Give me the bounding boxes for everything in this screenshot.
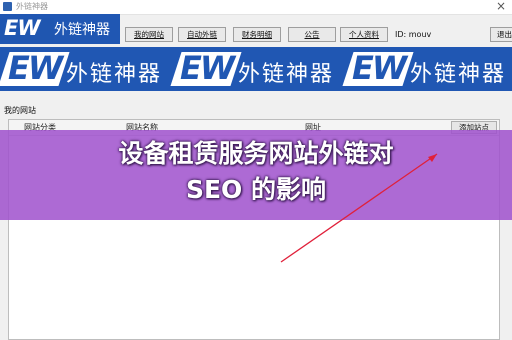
logo-ew-mark: EW (4, 18, 41, 40)
tab-my-sites[interactable]: 我的网站 (125, 27, 173, 42)
banner-ew-mark: EW (8, 49, 63, 87)
tab-label: 个人资料 (349, 30, 379, 39)
logo-badge: EW (0, 18, 54, 40)
banner-segment: EW 外链神器 (170, 47, 344, 91)
headline: 设备租赁服务网站外链对 SEO 的影响 (0, 136, 512, 208)
tab-label: 公告 (304, 30, 320, 39)
user-id-label: ID: mouv (395, 30, 432, 39)
close-window-button[interactable]: × (496, 0, 506, 13)
app-logo: EW 外链神器 (0, 14, 120, 44)
tab-label: 我的网站 (134, 30, 164, 39)
tab-auto-links[interactable]: 自动外链 (178, 27, 226, 42)
exit-button[interactable]: 退出 (490, 27, 512, 42)
section-title: 我的网站 (4, 106, 36, 115)
tab-label: 财务明细 (242, 30, 272, 39)
banner-segment: EW 外链神器 (0, 47, 172, 91)
tab-profile[interactable]: 个人资料 (340, 27, 388, 42)
window-titlebar: 外链神器 × (0, 0, 512, 15)
app-icon (3, 2, 12, 11)
brand-banner: EW 外链神器 EW 外链神器 EW 外链神器 (0, 47, 512, 91)
banner-ew-mark: EW (180, 49, 235, 87)
logo-text: 外链神器 (54, 22, 110, 38)
banner-text: 外链神器 (66, 62, 163, 87)
headline-line-1: 设备租赁服务网站外链对 (118, 139, 394, 168)
tab-label: 自动外链 (187, 30, 217, 39)
banner-text: 外链神器 (410, 62, 507, 87)
headline-line-2: SEO 的影响 (185, 175, 327, 204)
tab-finance[interactable]: 财务明细 (233, 27, 281, 42)
window-title: 外链神器 (16, 2, 48, 11)
banner-ew-mark: EW (352, 49, 407, 87)
banner-segment: EW 外链神器 (342, 47, 512, 91)
banner-text: 外链神器 (238, 62, 335, 87)
tab-announcements[interactable]: 公告 (288, 27, 336, 42)
